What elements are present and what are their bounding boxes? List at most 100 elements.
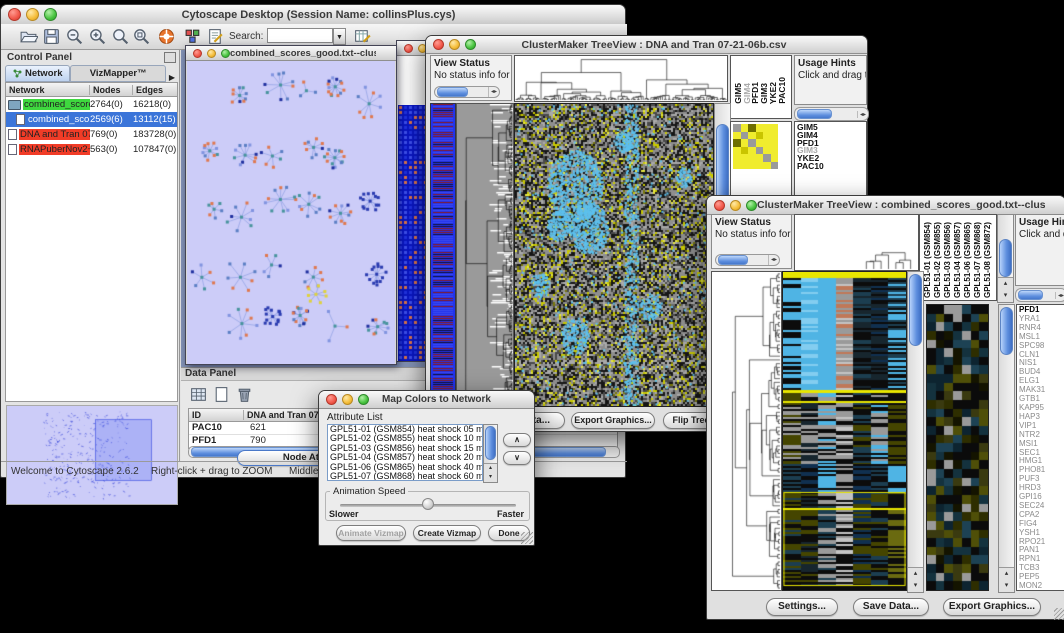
close-button[interactable] [326, 394, 337, 405]
new-attribute-icon[interactable] [212, 385, 231, 404]
attribute-listbox[interactable]: GPL51-01 (GSM854) heat shock 05 minGPL51… [327, 424, 483, 481]
scroll-arrows[interactable]: ◂▸ [768, 254, 779, 266]
vscroll-arrows[interactable]: ▴▾ [484, 463, 497, 482]
search-dropdown-arrow[interactable]: ▼ [333, 28, 346, 45]
tv1-status-hscrollbar[interactable]: ◂▸ [434, 86, 500, 98]
hscroll-thumb[interactable] [1018, 290, 1043, 300]
float-panel-icon[interactable] [164, 52, 176, 63]
network-list-row[interactable]: combined_scores2764(0)16218(0) [6, 97, 177, 112]
close-button[interactable] [404, 44, 413, 53]
main-titlebar[interactable]: Cytoscape Desktop (Session Name: collins… [1, 5, 625, 25]
table-mode-icon[interactable] [189, 385, 208, 404]
treeview1-titlebar[interactable]: ClusterMaker TreeView : DNA and Tran 07-… [426, 36, 867, 54]
close-button[interactable] [714, 200, 725, 211]
attribute-list-item[interactable]: GPL51-06 (GSM865) heat shock 40 min [328, 463, 482, 472]
zoom-heatmap-canvas[interactable] [927, 305, 988, 590]
col-header-nodes[interactable]: Nodes [90, 85, 133, 95]
similarity-matrix[interactable] [733, 124, 778, 169]
save-data-button[interactable]: Save Data... [853, 598, 929, 616]
col-header-network[interactable]: Network [6, 85, 90, 95]
resize-grip[interactable] [521, 532, 533, 544]
speed-slider-thumb[interactable] [422, 498, 434, 510]
hscroll-thumb[interactable] [437, 87, 468, 97]
network-overview-canvas[interactable] [6, 405, 178, 505]
vscroll-thumb[interactable] [485, 426, 496, 460]
tv2-labels-vscrollbar[interactable]: ▴▾ [997, 214, 1014, 303]
maximize-button[interactable] [358, 394, 369, 405]
maximize-button[interactable] [44, 8, 57, 21]
tab-vizmapper[interactable]: VizMapper™ [70, 65, 165, 82]
attribute-list-item[interactable]: GPL51-03 (GSM856) heat shock 15 min [328, 444, 482, 453]
vscroll-thumb[interactable] [716, 124, 729, 206]
close-button[interactable] [193, 49, 202, 58]
zoom-out-icon[interactable] [65, 27, 84, 46]
network-table-header[interactable]: Network Nodes Edges [6, 83, 177, 97]
row-dendrogram-canvas[interactable] [712, 272, 781, 590]
move-up-button[interactable]: ∧ [503, 433, 531, 447]
scroll-left-arrow[interactable]: ◂▸ [488, 86, 499, 98]
col-header-id[interactable]: ID [189, 410, 244, 420]
network-list-row[interactable]: DNA and Tran 07769(0)183728(0) [6, 127, 177, 142]
network-view-canvas[interactable] [187, 61, 395, 364]
vizmapper-icon[interactable] [184, 27, 203, 46]
maximize-button[interactable] [746, 200, 757, 211]
vscroll-arrows[interactable]: ▴▾ [908, 567, 923, 592]
maximize-button[interactable] [221, 49, 230, 58]
tv1-labels-hscrollbar[interactable]: ◂▸ [794, 107, 869, 121]
attribute-list-vscrollbar[interactable]: ▴▾ [483, 424, 498, 483]
zoom-selected-icon[interactable] [132, 27, 151, 46]
vscroll-arrows[interactable]: ▴▾ [999, 567, 1014, 592]
treeview2-titlebar[interactable]: ClusterMaker TreeView : combined_scores_… [707, 196, 1064, 215]
column-dendrogram-canvas[interactable] [795, 215, 918, 270]
export-graphics-button[interactable]: Export Graphics... [943, 598, 1041, 616]
close-button[interactable] [8, 8, 21, 21]
minimize-button[interactable] [449, 39, 460, 50]
scroll-arrows[interactable]: ◂▸ [1055, 292, 1064, 299]
delete-attribute-icon[interactable] [235, 385, 254, 404]
tv2-status-hscrollbar[interactable]: ◂▸ [715, 254, 780, 266]
move-down-button[interactable]: ∨ [503, 451, 531, 465]
col-header-edges[interactable]: Edges [133, 85, 177, 95]
global-heatmap-canvas[interactable] [515, 104, 713, 406]
network-list-row[interactable]: RNAPuberNov2+563(0)107847(0) [6, 142, 177, 157]
dialog-titlebar[interactable]: Map Colors to Network [319, 391, 534, 409]
vscroll-thumb[interactable] [1000, 307, 1013, 355]
network-window-titlebar[interactable]: combined_scores_good.txt--cluste... [186, 46, 396, 61]
scroll-arrows[interactable]: ◂▸ [857, 111, 868, 118]
export-graphics-button[interactable]: Export Graphics... [571, 412, 655, 429]
minimize-button[interactable] [26, 8, 39, 21]
open-session-icon[interactable] [19, 27, 38, 46]
minimize-button[interactable] [342, 394, 353, 405]
global-heatmap-canvas[interactable] [783, 272, 906, 590]
global-overview-canvas[interactable] [431, 104, 455, 406]
help-lifesaver-icon[interactable] [157, 27, 176, 46]
resize-grip[interactable] [1054, 608, 1064, 620]
zoom-fit-icon[interactable] [111, 27, 130, 46]
hscroll-thumb[interactable] [718, 255, 748, 265]
search-input[interactable] [267, 28, 333, 43]
column-dendrogram-canvas[interactable] [515, 56, 727, 101]
attribute-list-item[interactable]: GPL51-02 (GSM855) heat shock 10 min [328, 434, 482, 443]
maximize-button[interactable] [465, 39, 476, 50]
tv2-heatmap-vscrollbar[interactable]: ▴▾ [907, 271, 924, 593]
tv2-genes-vscrollbar[interactable]: ▴▾ [998, 304, 1015, 593]
row-dendrogram-canvas[interactable] [457, 104, 513, 406]
attribute-list-item[interactable]: GPL51-07 (GSM868) heat shock 60 min [328, 472, 482, 481]
settings-button[interactable]: Settings... [766, 598, 838, 616]
vscroll-thumb[interactable] [999, 239, 1012, 277]
attribute-list-item[interactable]: GPL51-01 (GSM854) heat shock 05 min [328, 425, 482, 434]
animate-vizmap-button[interactable]: Animate Vizmap [336, 525, 406, 541]
save-session-icon[interactable] [42, 27, 61, 46]
network-list-row[interactable]: combined_sco2569(6)13112(15) [6, 112, 177, 127]
tab-network[interactable]: Network [5, 65, 70, 82]
attribute-list-item[interactable]: GPL51-04 (GSM857) heat shock 20 min [328, 453, 482, 462]
vscroll-arrows[interactable]: ▴▾ [998, 277, 1013, 302]
hscroll-thumb[interactable] [797, 109, 832, 119]
minimize-button[interactable] [207, 49, 216, 58]
zoom-in-icon[interactable] [88, 27, 107, 46]
annotation-icon[interactable] [206, 27, 225, 46]
tv2-hints-hscrollbar[interactable]: ◂▸ [1015, 288, 1064, 302]
attribute-table-icon[interactable] [353, 27, 372, 46]
vscroll-thumb[interactable] [909, 274, 922, 346]
tab-overflow-arrow[interactable]: ▶ [166, 73, 178, 82]
